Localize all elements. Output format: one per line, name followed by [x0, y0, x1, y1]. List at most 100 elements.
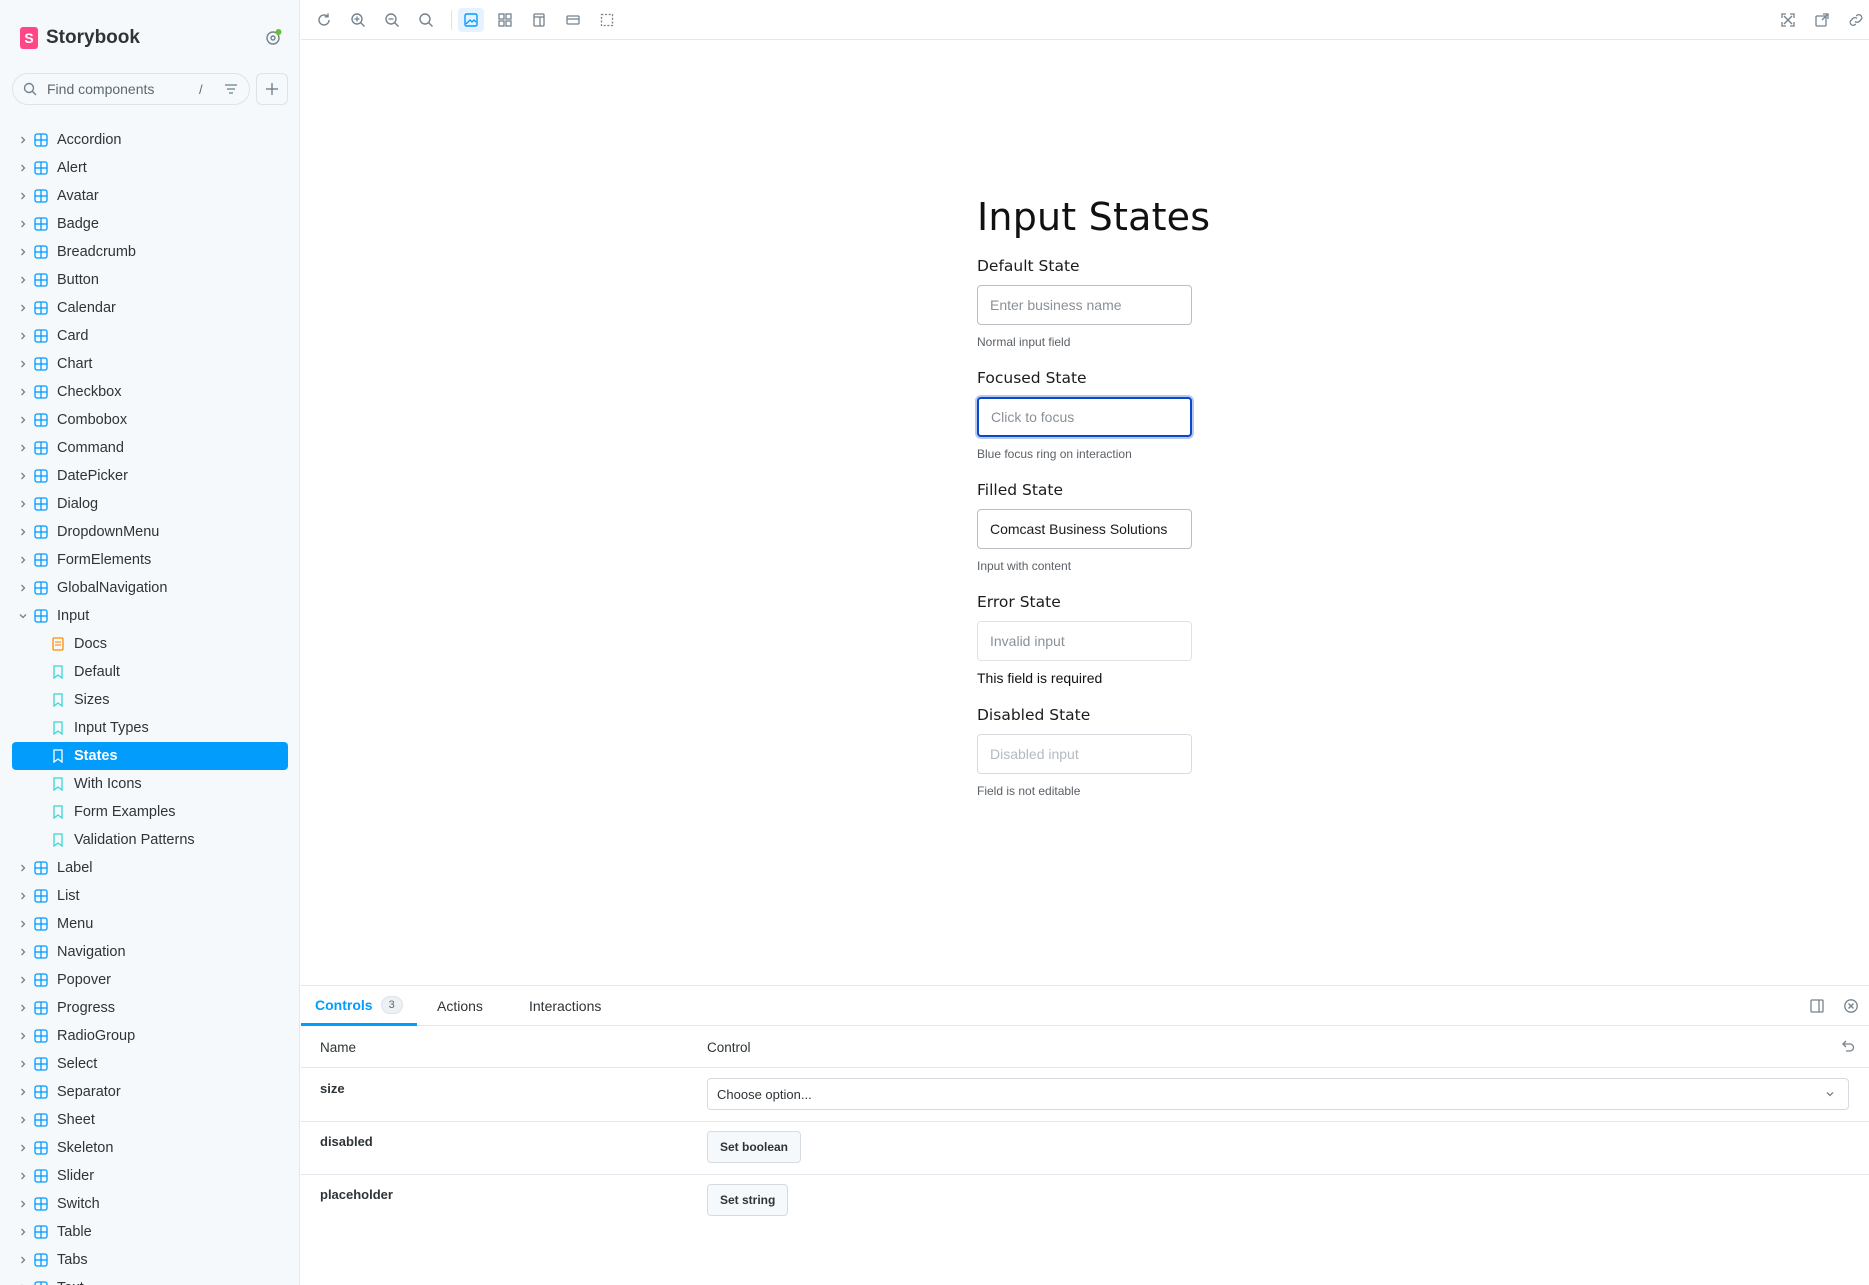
open-new-tab-icon[interactable] [1809, 8, 1835, 32]
sidebar-story-input-types[interactable]: Input Types [12, 714, 288, 742]
sidebar-item-globalnavigation[interactable]: GlobalNavigation [12, 574, 288, 602]
copy-link-icon[interactable] [1843, 8, 1869, 32]
grid-icon[interactable] [492, 8, 518, 32]
sidebar-item-chart[interactable]: Chart [12, 350, 288, 378]
docs-icon [52, 637, 64, 651]
tab-controls[interactable]: Controls 3 [301, 986, 417, 1026]
sidebar-story-form-examples[interactable]: Form Examples [12, 798, 288, 826]
sidebar-item-menu[interactable]: Menu [12, 910, 288, 938]
sidebar-item-accordion[interactable]: Accordion [12, 126, 288, 154]
component-icon [34, 973, 48, 987]
sidebar-item-radiogroup[interactable]: RadioGroup [12, 1022, 288, 1050]
sidebar-item-skeleton[interactable]: Skeleton [12, 1134, 288, 1162]
filter-icon[interactable] [223, 81, 239, 97]
sidebar-story-with-icons[interactable]: With Icons [12, 770, 288, 798]
sidebar-item-breadcrumb[interactable]: Breadcrumb [12, 238, 288, 266]
focused-state-input[interactable] [977, 397, 1192, 437]
sidebar-item-calendar[interactable]: Calendar [12, 294, 288, 322]
sidebar-item-alert[interactable]: Alert [12, 154, 288, 182]
sidebar-item-label: DropdownMenu [57, 524, 160, 540]
chevron-right-icon [15, 160, 31, 176]
sidebar-item-tabs[interactable]: Tabs [12, 1246, 288, 1274]
sidebar-item-sheet[interactable]: Sheet [12, 1106, 288, 1134]
sidebar-item-checkbox[interactable]: Checkbox [12, 378, 288, 406]
reload-icon[interactable] [311, 8, 337, 32]
add-story-button[interactable] [256, 73, 288, 105]
component-icon [34, 217, 48, 231]
tab-interactions-label: Interactions [529, 998, 602, 1014]
error-state-input[interactable] [977, 621, 1192, 661]
error-message: This field is required [977, 670, 1103, 686]
sidebar-item-formelements[interactable]: FormElements [12, 546, 288, 574]
sidebar-story-validation-patterns[interactable]: Validation Patterns [12, 826, 288, 854]
tab-actions[interactable]: Actions [437, 986, 483, 1026]
default-state-input[interactable] [977, 285, 1192, 325]
viewport-icon[interactable] [526, 8, 552, 32]
sidebar-story-states[interactable]: States [12, 742, 288, 770]
reset-controls-icon[interactable] [1841, 1039, 1855, 1053]
sidebar-item-avatar[interactable]: Avatar [12, 182, 288, 210]
controls-count-badge: 3 [380, 995, 403, 1014]
background-icon[interactable] [458, 8, 484, 32]
search-input[interactable] [47, 81, 197, 97]
sidebar-item-badge[interactable]: Badge [12, 210, 288, 238]
bookmark-icon [53, 777, 63, 791]
set-string-button[interactable]: Set string [707, 1184, 789, 1216]
filled-state-input[interactable] [977, 509, 1192, 549]
sidebar-story-default[interactable]: Default [12, 658, 288, 686]
sidebar-item-datepicker[interactable]: DatePicker [12, 462, 288, 490]
story-canvas: Input States Default State Normal input … [301, 41, 1869, 985]
search-box[interactable]: / [12, 73, 250, 105]
sidebar-item-list[interactable]: List [12, 882, 288, 910]
sidebar-item-label: Skeleton [57, 1140, 114, 1156]
settings-status-icon[interactable] [264, 28, 282, 46]
sidebar-item-label[interactable]: Label [12, 854, 288, 882]
chevron-right-icon [15, 1084, 31, 1100]
sidebar-item-card[interactable]: Card [12, 322, 288, 350]
fullscreen-icon[interactable] [1775, 8, 1801, 32]
bookmark-icon [53, 833, 63, 847]
sidebar-item-separator[interactable]: Separator [12, 1078, 288, 1106]
sidebar-item-table[interactable]: Table [12, 1218, 288, 1246]
panel-orientation-icon[interactable] [1809, 998, 1825, 1014]
chevron-right-icon [15, 972, 31, 988]
sidebar-item-select[interactable]: Select [12, 1050, 288, 1078]
sidebar-item-label: DatePicker [57, 468, 128, 484]
sidebar-story-sizes[interactable]: Sizes [12, 686, 288, 714]
zoom-in-icon[interactable] [345, 8, 371, 32]
sidebar-item-command[interactable]: Command [12, 434, 288, 462]
sidebar-item-switch[interactable]: Switch [12, 1190, 288, 1218]
error-state-label: Error State [977, 593, 1061, 611]
sidebar-item-dropdownmenu[interactable]: DropdownMenu [12, 518, 288, 546]
outline-icon[interactable] [594, 8, 620, 32]
sidebar-item-combobox[interactable]: Combobox [12, 406, 288, 434]
sidebar-item-dialog[interactable]: Dialog [12, 490, 288, 518]
chevron-right-icon [15, 860, 31, 876]
sidebar-item-text[interactable]: Text [12, 1274, 288, 1285]
sidebar-item-slider[interactable]: Slider [12, 1162, 288, 1190]
component-icon [34, 525, 48, 539]
sidebar: S Storybook / Accordion Alert Avatar Badge B… [0, 0, 300, 1285]
sidebar-item-button[interactable]: Button [12, 266, 288, 294]
sidebar-story-docs[interactable]: Docs [12, 630, 288, 658]
chevron-right-icon [15, 468, 31, 484]
sidebar-item-label: Sheet [57, 1112, 95, 1128]
chevron-right-icon [15, 1028, 31, 1044]
sidebar-item-input[interactable]: Input [12, 602, 288, 630]
bookmark-icon [53, 693, 63, 707]
sidebar-item-progress[interactable]: Progress [12, 994, 288, 1022]
set-boolean-button[interactable]: Set boolean [707, 1131, 802, 1163]
close-panel-icon[interactable] [1843, 998, 1859, 1014]
zoom-reset-icon[interactable] [413, 8, 439, 32]
zoom-out-icon[interactable] [379, 8, 405, 32]
sidebar-item-popover[interactable]: Popover [12, 966, 288, 994]
chevron-down-icon [15, 608, 31, 624]
sidebar-item-navigation[interactable]: Navigation [12, 938, 288, 966]
storybook-brand[interactable]: S Storybook [20, 26, 140, 50]
size-select-value: Choose option... [717, 1086, 812, 1102]
sidebar-story-label: Default [74, 664, 120, 680]
size-select[interactable]: Choose option... [707, 1078, 1849, 1110]
tab-interactions[interactable]: Interactions [529, 986, 601, 1026]
error-state-group: Error State This field is required [977, 593, 1217, 686]
measure-icon[interactable] [560, 8, 586, 32]
